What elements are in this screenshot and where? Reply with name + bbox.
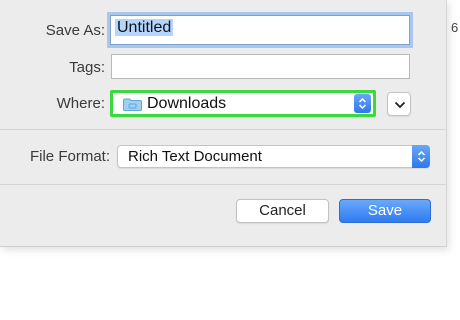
- expand-button[interactable]: [387, 92, 411, 116]
- save-as-field[interactable]: Untitled: [110, 15, 410, 45]
- background-edge-text: 6: [451, 20, 459, 35]
- up-down-chevron-icon: [412, 145, 430, 168]
- cancel-button[interactable]: Cancel: [236, 199, 329, 223]
- tags-field[interactable]: [111, 54, 410, 79]
- tags-label: Tags:: [69, 59, 105, 76]
- divider-top: [0, 129, 446, 130]
- chevron-down-icon: [394, 101, 406, 109]
- save-button[interactable]: Save: [339, 199, 431, 223]
- where-label: Where:: [56, 95, 105, 112]
- file-format-value: Rich Text Document: [128, 148, 262, 165]
- where-popup[interactable]: Downloads: [110, 90, 376, 117]
- up-down-chevron-icon: [354, 94, 371, 113]
- file-format-label: File Format:: [29, 148, 110, 165]
- save-as-value: Untitled: [115, 19, 174, 36]
- save-dialog: Save As: Untitled Tags: Where: Downloads…: [0, 0, 447, 247]
- file-format-popup[interactable]: Rich Text Document: [117, 145, 430, 168]
- divider-bottom: [0, 184, 446, 185]
- save-as-label: Save As:: [45, 22, 105, 39]
- where-value: Downloads: [147, 95, 227, 112]
- folder-icon: [123, 98, 142, 111]
